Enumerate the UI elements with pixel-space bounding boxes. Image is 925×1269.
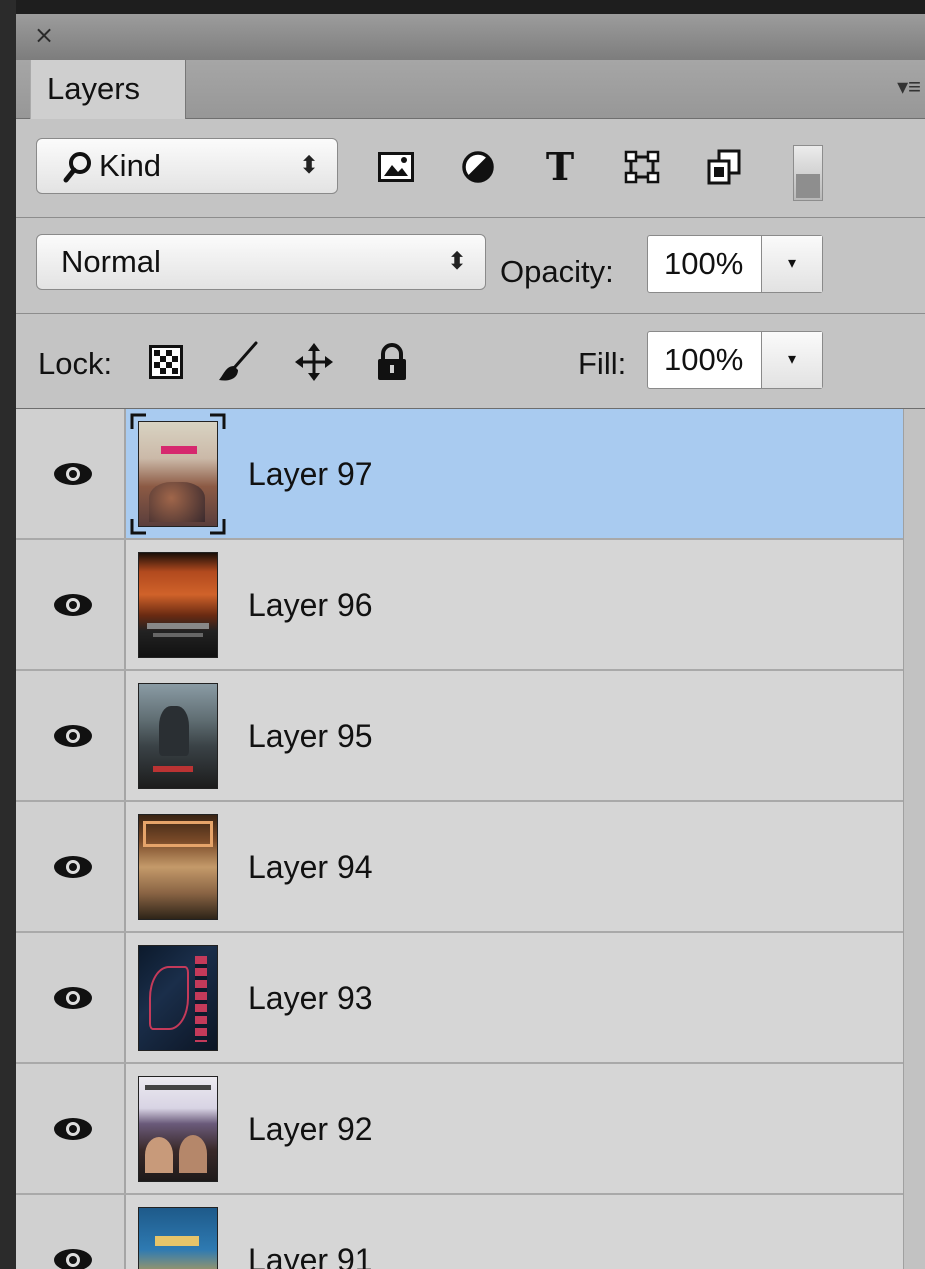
visibility-cell[interactable] <box>16 409 126 538</box>
opacity-value[interactable]: 100% <box>664 236 743 292</box>
layer-name[interactable]: Layer 96 <box>248 540 373 671</box>
layers-panel: × Layers ▾≡ Kind ⬍ T Normal ⬍ Opacity: 1… <box>16 14 925 1269</box>
updown-arrows-icon: ⬍ <box>446 248 467 275</box>
image-filter-icon[interactable] <box>374 143 418 191</box>
shape-filter-icon[interactable] <box>620 143 664 191</box>
visibility-cell[interactable] <box>16 540 126 669</box>
layer-row[interactable]: Layer 96 <box>16 540 903 671</box>
layer-row[interactable]: Layer 97 <box>16 409 903 540</box>
fill-label: Fill: <box>578 346 627 381</box>
layer-thumbnail <box>138 1207 218 1269</box>
window-edge <box>0 0 16 1269</box>
layers-scrollbar[interactable] <box>903 409 925 1269</box>
filter-kind-label: Kind <box>99 148 162 183</box>
type-filter-icon[interactable]: T <box>538 143 582 191</box>
lock-row: Lock: Fill: 100% ▾ <box>16 314 925 409</box>
layer-row[interactable]: Layer 92 <box>16 1064 903 1195</box>
blend-row: Normal ⬍ Opacity: 100% ▾ <box>16 218 925 314</box>
lock-image-pixels-icon[interactable] <box>216 340 260 384</box>
adjustment-filter-icon[interactable] <box>456 143 500 191</box>
panel-menu-icon[interactable]: ▾≡ <box>897 74 921 100</box>
layer-name[interactable]: Layer 95 <box>248 671 373 802</box>
visibility-cell[interactable] <box>16 671 126 800</box>
fill-dropdown-icon[interactable]: ▾ <box>761 332 822 388</box>
eye-icon[interactable] <box>52 854 94 880</box>
layer-thumbnail <box>138 552 218 658</box>
updown-arrows-icon: ⬍ <box>298 152 319 179</box>
layer-name[interactable]: Layer 91 <box>248 1195 373 1269</box>
fill-value[interactable]: 100% <box>664 332 743 388</box>
fill-field[interactable]: 100% ▾ <box>647 331 823 389</box>
layer-row[interactable]: Layer 94 <box>16 802 903 933</box>
lock-all-icon[interactable] <box>370 340 414 384</box>
filter-row: Kind ⬍ T <box>16 119 925 218</box>
layer-name[interactable]: Layer 97 <box>248 409 373 540</box>
lock-position-icon[interactable] <box>292 340 336 384</box>
panel-tabstrip: Layers ▾≡ <box>16 60 925 119</box>
eye-icon[interactable] <box>52 461 94 487</box>
eye-icon[interactable] <box>52 723 94 749</box>
layer-row[interactable]: Layer 93 <box>16 933 903 1064</box>
layer-row[interactable]: Layer 95 <box>16 671 903 802</box>
selection-bracket <box>130 413 226 535</box>
visibility-cell[interactable] <box>16 802 126 931</box>
layer-name[interactable]: Layer 94 <box>248 802 373 933</box>
opacity-field[interactable]: 100% ▾ <box>647 235 823 293</box>
eye-icon[interactable] <box>52 985 94 1011</box>
layer-thumbnail <box>138 945 218 1051</box>
layer-thumbnail <box>138 683 218 789</box>
opacity-label: Opacity: <box>500 254 614 289</box>
layer-name[interactable]: Layer 93 <box>248 933 373 1064</box>
filter-kind-select[interactable]: Kind ⬍ <box>36 138 338 194</box>
visibility-cell[interactable] <box>16 1195 126 1269</box>
layer-name[interactable]: Layer 92 <box>248 1064 373 1195</box>
layer-thumbnail <box>138 1076 218 1182</box>
visibility-cell[interactable] <box>16 933 126 1062</box>
eye-icon[interactable] <box>52 1247 94 1269</box>
eye-icon[interactable] <box>52 1116 94 1142</box>
tab-layers[interactable]: Layers <box>30 60 186 119</box>
eye-icon[interactable] <box>52 592 94 618</box>
layers-list: Layer 97 Layer 96 Layer 95 Layer 94 Laye… <box>16 409 903 1269</box>
blend-mode-value: Normal <box>61 244 161 279</box>
opacity-dropdown-icon[interactable]: ▾ <box>761 236 822 292</box>
layer-thumbnail <box>138 814 218 920</box>
close-icon[interactable]: × <box>34 22 54 48</box>
smart-object-filter-icon[interactable] <box>702 143 746 191</box>
filter-toggle-switch[interactable] <box>793 145 823 201</box>
panel-titlebar[interactable]: × <box>16 14 925 61</box>
search-icon <box>63 152 91 183</box>
visibility-cell[interactable] <box>16 1064 126 1193</box>
blend-mode-select[interactable]: Normal ⬍ <box>36 234 486 290</box>
lock-label: Lock: <box>38 346 113 381</box>
lock-transparent-pixels-icon[interactable] <box>144 340 188 384</box>
layer-row[interactable]: Layer 91 <box>16 1195 903 1269</box>
